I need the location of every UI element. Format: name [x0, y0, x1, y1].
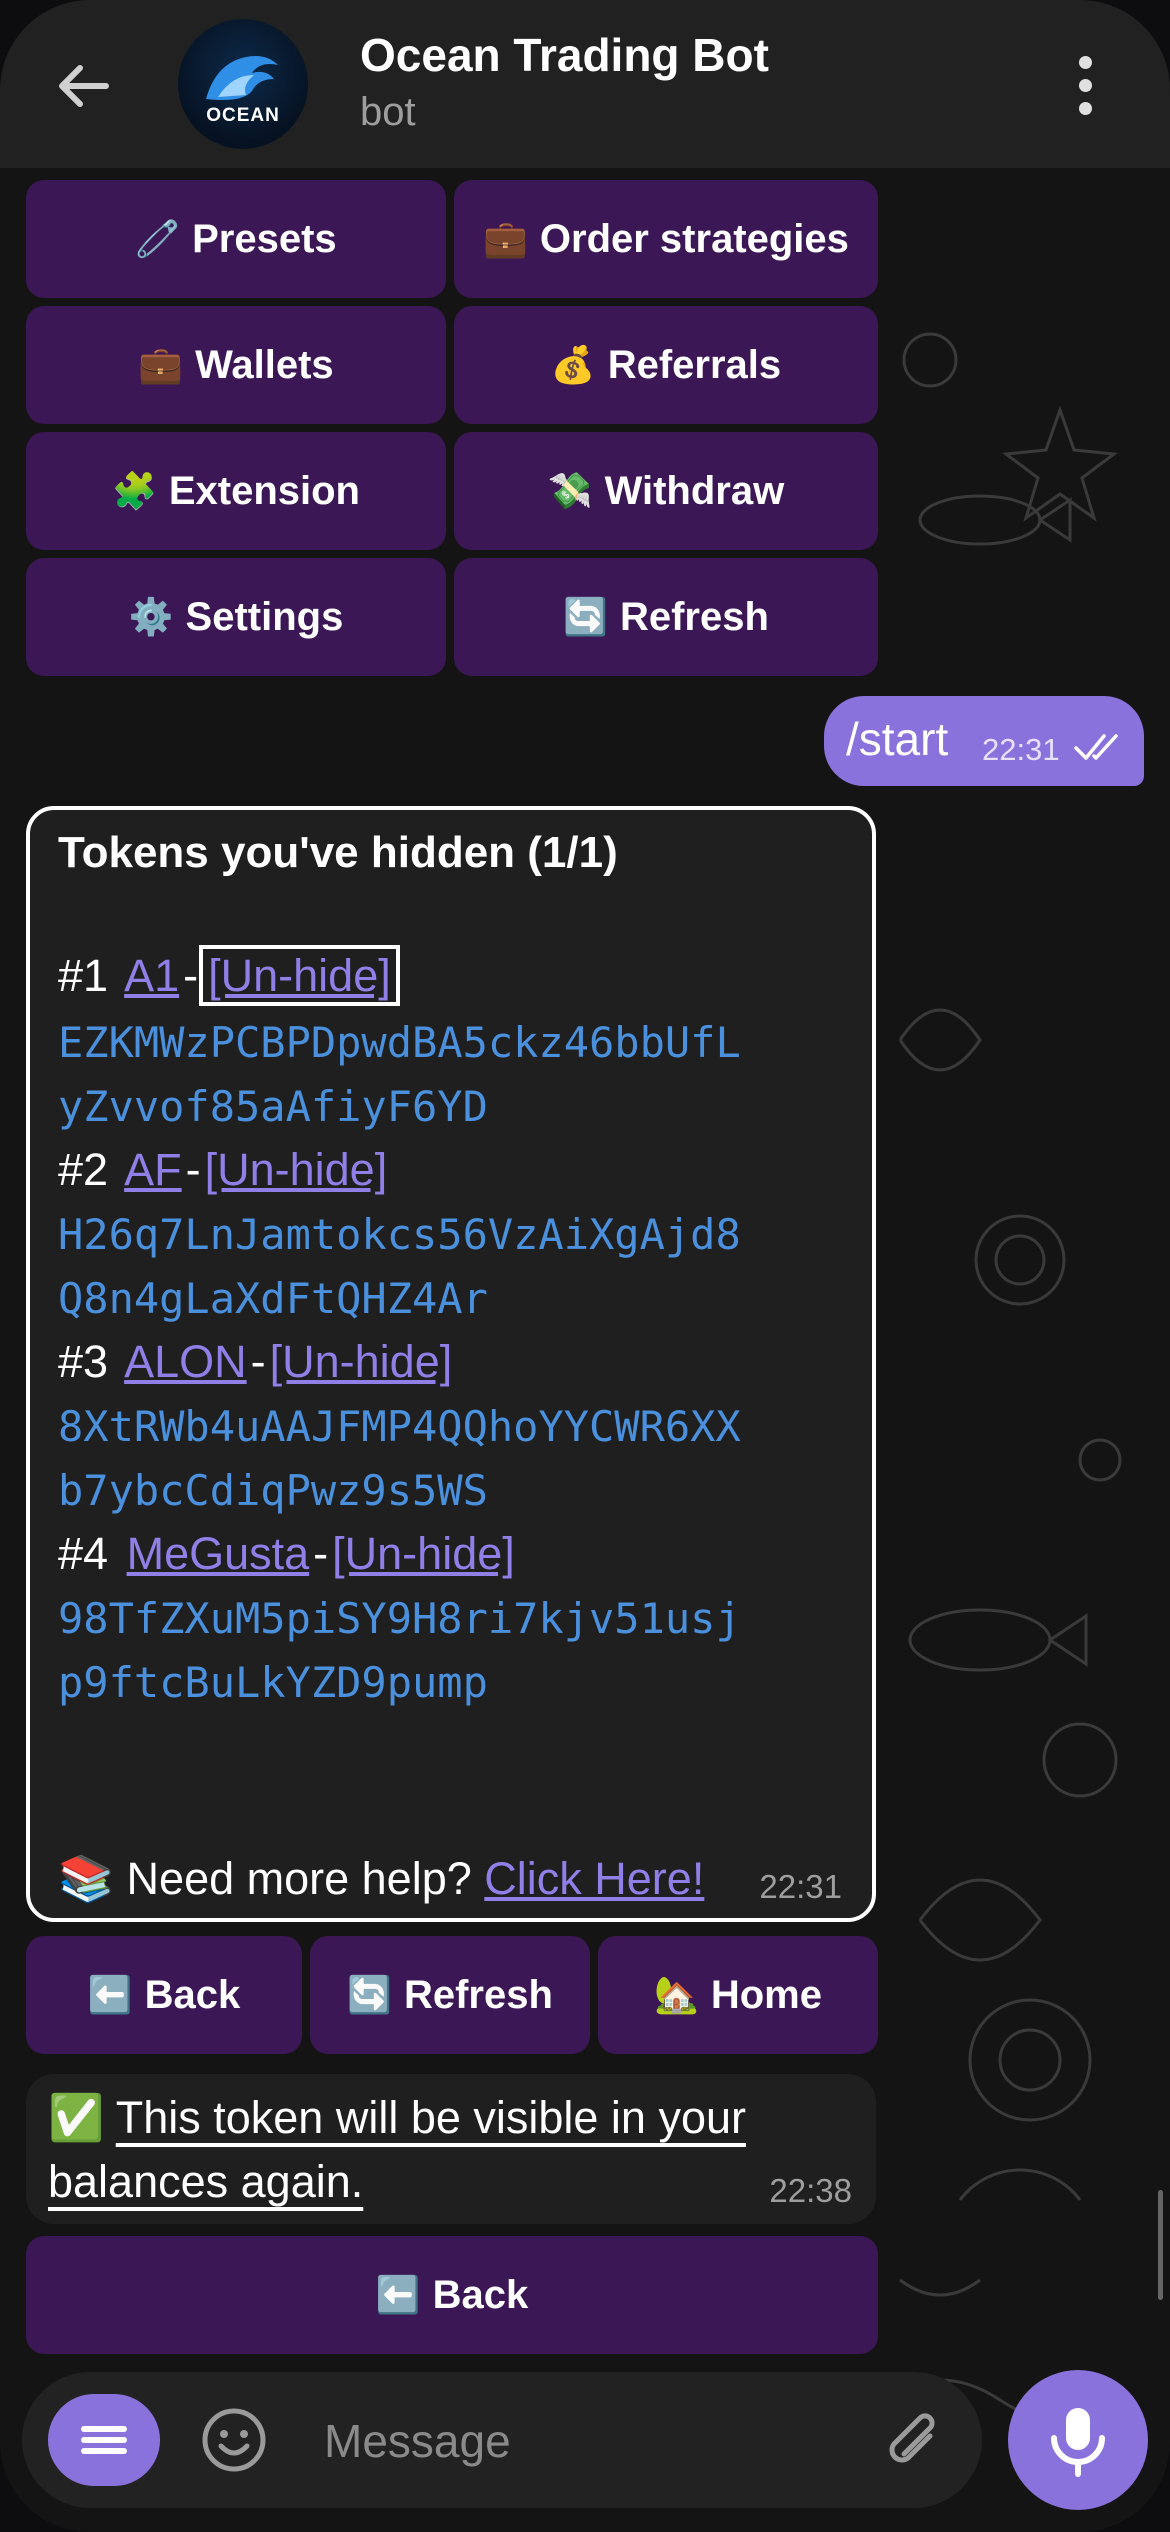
home-label: Home [710, 1972, 822, 2017]
token-address[interactable]: p9ftcBuLkYZD9pump [58, 1658, 488, 1707]
pencil-icon: 🧷 [135, 218, 181, 259]
scrollbar[interactable] [1158, 2190, 1163, 2300]
token-link[interactable]: A1 [124, 950, 179, 1001]
outgoing-text: /start [846, 713, 949, 765]
unhide-link[interactable]: [Un-hide] [199, 945, 400, 1006]
refresh-button[interactable]: 🔄 Refresh [310, 1936, 590, 2054]
chat-header: OCEAN Ocean Trading Bot bot [0, 0, 1170, 168]
gear-icon: ⚙️ [128, 596, 174, 637]
help-link[interactable]: Click Here! [484, 1853, 704, 1904]
order-strategies-label: Order strategies [539, 216, 849, 261]
refresh-icon: 🔄 [347, 1974, 392, 2015]
token-address[interactable]: EZKMWzPCBPDpwdBA5ckz46bbUfL [58, 1018, 741, 1067]
money-bag-icon: 💰 [550, 344, 596, 385]
message-time: 22:31 [982, 732, 1060, 767]
message-time: 22:31 [759, 1868, 842, 1905]
back-arrow-icon[interactable] [52, 54, 116, 118]
microphone-icon [1051, 2408, 1105, 2477]
microphone-button[interactable] [1008, 2370, 1148, 2510]
extension-label: Extension [168, 468, 360, 513]
extension-button[interactable]: 🧩 Extension [26, 432, 446, 550]
token-row: #1 A1- [Un-hide] [58, 945, 400, 1006]
referrals-button[interactable]: 💰 Referrals [454, 306, 878, 424]
wallets-button[interactable]: 💼 Wallets [26, 306, 446, 424]
emoji-icon[interactable] [200, 2406, 268, 2474]
wave-logo-icon [206, 56, 278, 100]
back-button[interactable]: ⬅️ Back [26, 1936, 302, 2054]
refresh-label: Refresh [403, 1972, 553, 2017]
help-text: Need more help? [126, 1853, 472, 1904]
back-label: Back [432, 2272, 529, 2317]
money-wings-icon: 💸 [547, 470, 593, 511]
briefcase-icon: 💼 [483, 218, 528, 259]
success-message: ✅ This token will be visible in your bal… [26, 2074, 876, 2224]
books-icon: 📚 [58, 1853, 115, 1904]
success-text: This token will be visible in your balan… [48, 2092, 746, 2207]
more-vertical-icon[interactable] [1070, 56, 1100, 116]
bot-menu-button[interactable] [48, 2394, 160, 2486]
withdraw-label: Withdraw [604, 468, 785, 513]
wallets-label: Wallets [195, 342, 334, 387]
token-address[interactable]: b7ybcCdiqPwz9s5WS [58, 1466, 488, 1515]
bot-avatar[interactable]: OCEAN [178, 19, 308, 149]
puzzle-icon: 🧩 [112, 470, 157, 511]
briefcase-icon: 💼 [138, 344, 184, 385]
chat-subtitle: bot [360, 90, 416, 134]
check-mark-icon: ✅ [48, 2092, 105, 2143]
left-arrow-icon: ⬅️ [375, 2274, 421, 2315]
unhide-link[interactable]: [Un-hide] [205, 1144, 388, 1195]
refresh-button[interactable]: 🔄 Refresh [454, 558, 878, 676]
presets-label: Presets [192, 216, 337, 261]
settings-label: Settings [185, 594, 344, 639]
token-address[interactable]: 8XtRWb4uAAJFMP4QQhoYYCWR6XX [58, 1402, 741, 1451]
token-address[interactable]: Q8n4gLaXdFtQHZ4Ar [58, 1274, 488, 1323]
token-row: #4 MeGusta-[Un-hide] [58, 1528, 515, 1579]
message-time: 22:38 [769, 2172, 852, 2209]
unhide-link[interactable]: [Un-hide] [332, 1528, 515, 1579]
double-check-icon [1074, 734, 1118, 760]
telegram-screen: OCEAN Ocean Trading Bot bot 🧷 Presets 💼 … [0, 0, 1170, 2532]
unhide-link[interactable]: [Un-hide] [270, 1336, 453, 1387]
back-button[interactable]: ⬅️ Back [26, 2236, 878, 2354]
token-row: #2 AF-[Un-hide] [58, 1144, 388, 1195]
help-line: 📚 Need more help? Click Here! [58, 1852, 704, 1905]
outgoing-message[interactable]: /start 22:31 [824, 696, 1144, 786]
withdraw-button[interactable]: 💸 Withdraw [454, 432, 878, 550]
success-text-block: ✅ This token will be visible in your bal… [48, 2086, 808, 2214]
hidden-tokens-message: Tokens you've hidden (1/1) #1 A1- [Un-hid… [26, 806, 876, 1922]
home-button[interactable]: 🏡 Home [598, 1936, 878, 2054]
back-label: Back [144, 1972, 241, 2017]
token-link[interactable]: ALON [124, 1336, 247, 1387]
message-input[interactable] [322, 2402, 866, 2480]
avatar-label: OCEAN [206, 105, 280, 126]
referrals-label: Referrals [607, 342, 782, 387]
message-title: Tokens you've hidden (1/1) [58, 828, 618, 877]
order-strategies-button[interactable]: 💼 Order strategies [454, 180, 878, 298]
token-address[interactable]: yZvvof85aAfiyF6YD [58, 1082, 488, 1131]
token-address[interactable]: H26q7LnJamtokcs56VzAiXgAjd8 [58, 1210, 741, 1259]
presets-button[interactable]: 🧷 Presets [26, 180, 446, 298]
message-input-bar [22, 2372, 982, 2508]
refresh-icon: 🔄 [563, 596, 608, 637]
house-icon: 🏡 [654, 1974, 699, 2015]
token-link[interactable]: AF [124, 1144, 182, 1195]
token-row: #3 ALON-[Un-hide] [58, 1336, 453, 1387]
token-address[interactable]: 98TfZXuM5piSY9H8ri7kjv51usj [58, 1594, 741, 1643]
chat-title: Ocean Trading Bot [360, 29, 769, 81]
settings-button[interactable]: ⚙️ Settings [26, 558, 446, 676]
refresh-label: Refresh [619, 594, 769, 639]
paperclip-icon[interactable] [882, 2406, 948, 2476]
token-link[interactable]: MeGusta [127, 1528, 310, 1579]
left-arrow-icon: ⬅️ [87, 1974, 133, 2015]
